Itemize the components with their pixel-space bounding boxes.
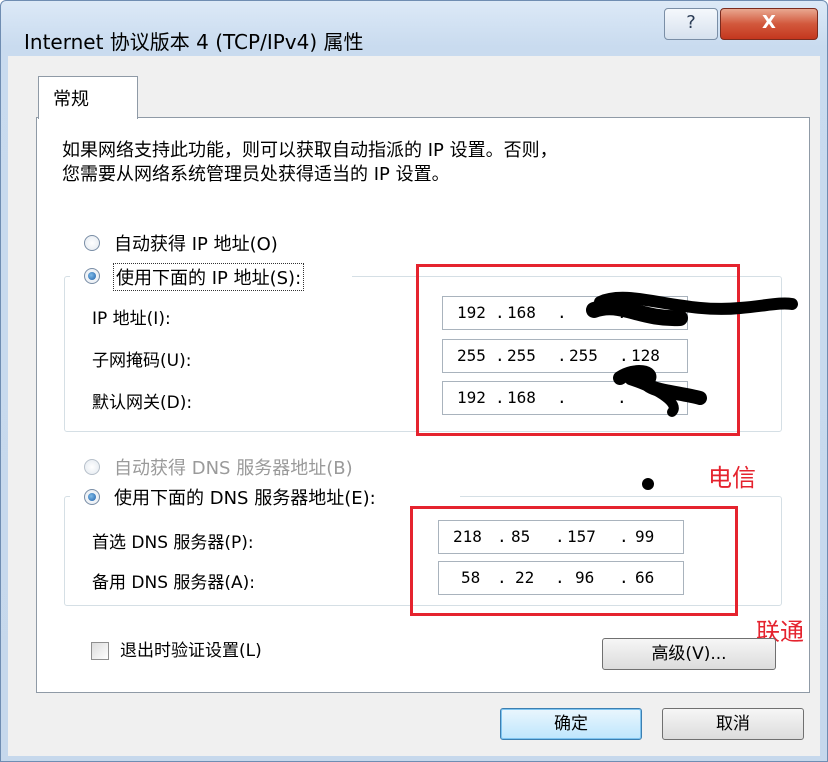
manual-ip-label: 使用下面的 IP 地址(S): — [112, 263, 305, 291]
subnet-mask-label: 子网掩码(U): — [92, 351, 192, 371]
manual-dns-label: 使用下面的 DNS 服务器地址(E): — [114, 488, 376, 509]
advanced-button[interactable]: 高级(V)... — [602, 638, 776, 670]
auto-ip-label: 自动获得 IP 地址(O) — [114, 234, 278, 255]
description-line-1: 如果网络支持此功能，则可以获取自动指派的 IP 设置。否则， — [62, 140, 558, 161]
help-button[interactable]: ? — [664, 8, 718, 40]
manual-ip-radio[interactable] — [84, 268, 100, 284]
ink-dot — [642, 478, 654, 490]
description-line-2: 您需要从网络系统管理员处获得适当的 IP 设置。 — [62, 164, 450, 185]
close-button[interactable]: X — [720, 8, 818, 40]
cancel-button[interactable]: 取消 — [662, 708, 804, 740]
auto-dns-label: 自动获得 DNS 服务器地址(B) — [114, 458, 353, 479]
validate-label: 退出时验证设置(L) — [120, 641, 262, 661]
title-bar: Internet 协议版本 4 (TCP/IPv4) 属性 ? X — [0, 0, 828, 60]
tab-general[interactable]: 常规 — [38, 76, 138, 119]
auto-dns-radio[interactable] — [84, 459, 100, 475]
tab-general-label: 常规 — [53, 89, 89, 110]
annotation-telecom: 电信 — [708, 464, 756, 492]
ok-button[interactable]: 确定 — [500, 708, 642, 740]
ip-address-label: IP 地址(I): — [92, 309, 171, 329]
auto-ip-radio[interactable] — [84, 235, 100, 251]
dns-annotation-box — [410, 506, 738, 616]
alternate-dns-label: 备用 DNS 服务器(A): — [92, 573, 256, 593]
redaction-scribble — [586, 291, 798, 417]
default-gateway-label: 默认网关(D): — [92, 393, 193, 413]
preferred-dns-label: 首选 DNS 服务器(P): — [92, 533, 254, 553]
validate-checkbox[interactable] — [91, 642, 109, 660]
window-title: Internet 协议版本 4 (TCP/IPv4) 属性 — [24, 30, 364, 54]
manual-dns-radio[interactable] — [84, 489, 100, 505]
